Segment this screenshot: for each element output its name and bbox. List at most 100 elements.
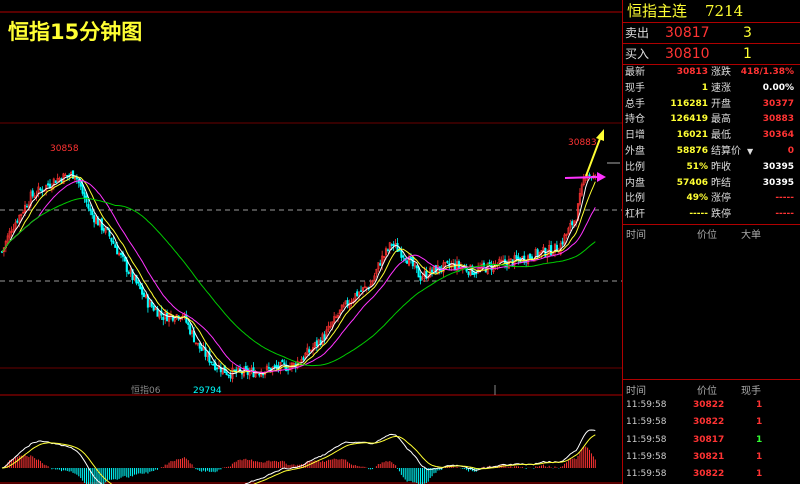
stat-label: 结算价 (711, 146, 741, 157)
stat-label: 持仓 (625, 114, 645, 126)
up-arrow-head (596, 129, 604, 141)
ma10-line (1, 176, 596, 374)
upper-header-big-order: 大单 (741, 230, 761, 241)
tick-price: 30822 (693, 400, 725, 410)
stat-label: 涨停 (711, 193, 731, 205)
ask-row[interactable]: 卖出 30817 3 (623, 23, 800, 43)
candle-body (406, 260, 409, 264)
tick-row[interactable]: 11:59:58 30821 1 (623, 449, 800, 466)
candle-body (119, 252, 123, 255)
candle-body (210, 361, 213, 364)
stat-label: 内盘 (625, 177, 645, 189)
stat-value: 418/1.38% (740, 67, 794, 77)
tick-row[interactable]: 11:59:58 30822 1 (623, 414, 800, 431)
tick-qty: 1 (756, 400, 763, 410)
tick-time: 11:59:58 (626, 469, 667, 480)
stat-item: 涨跌 418/1.38% (709, 65, 798, 80)
kline-chart[interactable]: 30858 30883 29794 恒指06 恒指15分钟图 (0, 0, 622, 484)
tick-row[interactable]: 11:59:58 30817 1 (623, 432, 800, 449)
candle-body (281, 360, 284, 363)
candle-body (152, 305, 155, 311)
candle-body (139, 283, 142, 290)
candle-body (356, 291, 359, 297)
ask-label: 卖出 (625, 26, 650, 40)
candle-body (110, 237, 113, 242)
stat-label: 外盘 (625, 146, 645, 157)
candle-body (229, 375, 232, 379)
stat-item: 比例 51% (623, 160, 712, 175)
stat-label: 开盘 (711, 98, 731, 110)
stat-item: 现手 1 (623, 81, 712, 96)
candle-body (127, 271, 130, 274)
stat-label: 昨收 (711, 161, 731, 173)
candle-body (275, 364, 278, 368)
candle-body (141, 286, 144, 295)
candle-body (415, 265, 418, 269)
candle-body (79, 182, 82, 187)
candle-body (75, 177, 78, 180)
stat-label: 比例 (625, 161, 645, 173)
candle-body (588, 174, 591, 176)
low-price-label: 29794 (193, 386, 222, 396)
candle-body (89, 208, 92, 212)
tick-price: 30821 (693, 451, 725, 462)
candle-body (198, 342, 201, 349)
candle-body (515, 255, 518, 259)
stat-label: 日增 (625, 130, 645, 142)
caret-down-icon[interactable]: ▼ (747, 144, 753, 159)
stat-value: ----- (689, 209, 708, 220)
tick-price: 30822 (693, 469, 725, 480)
candle-body (162, 316, 165, 321)
candle-body (392, 243, 395, 246)
stat-value: 1 (701, 82, 708, 93)
candle-body (25, 205, 29, 208)
candle-body (47, 183, 50, 186)
candle-body (100, 218, 103, 231)
high-price-label: 30858 (50, 144, 79, 154)
stat-item: 持仓 126419 (623, 112, 712, 127)
candle-body (83, 192, 86, 199)
tick-row[interactable]: 11:59:58 30822 1 (623, 466, 800, 483)
upper-header-price: 价位 (697, 230, 717, 241)
candle-body (244, 365, 247, 370)
candle-body (166, 312, 169, 322)
tick-row[interactable]: 11:59:58 30822 1 (623, 397, 800, 414)
stat-item: 比例 49% (623, 191, 712, 206)
upper-header-time: 时间 (626, 230, 646, 241)
stat-item: 涨停 ----- (709, 191, 798, 206)
candle-body (457, 261, 461, 268)
stat-value: 30364 (762, 130, 794, 141)
kline-svg[interactable]: 30858 30883 29794 恒指06 (0, 0, 622, 484)
bid-row[interactable]: 买入 30810 1 (623, 44, 800, 64)
stat-label: 最低 (711, 130, 731, 142)
stat-value: 30813 (676, 67, 708, 77)
bid-price: 30810 (665, 46, 710, 62)
ask-qty: 3 (743, 25, 752, 41)
candle-body (267, 367, 270, 369)
stat-label: 总手 (625, 98, 645, 110)
tick-qty: 1 (756, 451, 763, 462)
candle-body (39, 188, 42, 190)
bid-label: 买入 (625, 47, 650, 61)
side-arrow-head (597, 172, 606, 182)
tick-time: 11:59:58 (626, 434, 667, 445)
bid-qty: 1 (743, 46, 752, 62)
candle-body (273, 365, 276, 367)
candle-body (200, 347, 203, 351)
candle-body (212, 363, 215, 366)
candle-body (227, 374, 230, 376)
candle-body (102, 228, 105, 232)
tick-qty: 1 (756, 469, 763, 480)
candle-body (116, 246, 119, 255)
stat-item: 最低 30364 (709, 128, 798, 143)
tick-time: 11:59:58 (626, 400, 667, 410)
candle-body (390, 244, 393, 246)
stat-value: 30883 (762, 114, 794, 125)
candle-body (85, 195, 88, 203)
divider (623, 224, 800, 225)
stat-item: 开盘 30377 (709, 97, 798, 112)
candle-body (561, 241, 564, 245)
candle-body (323, 334, 326, 340)
ticks-header-price: 价位 (697, 386, 717, 397)
stat-item: 跌停 ----- (709, 207, 798, 222)
